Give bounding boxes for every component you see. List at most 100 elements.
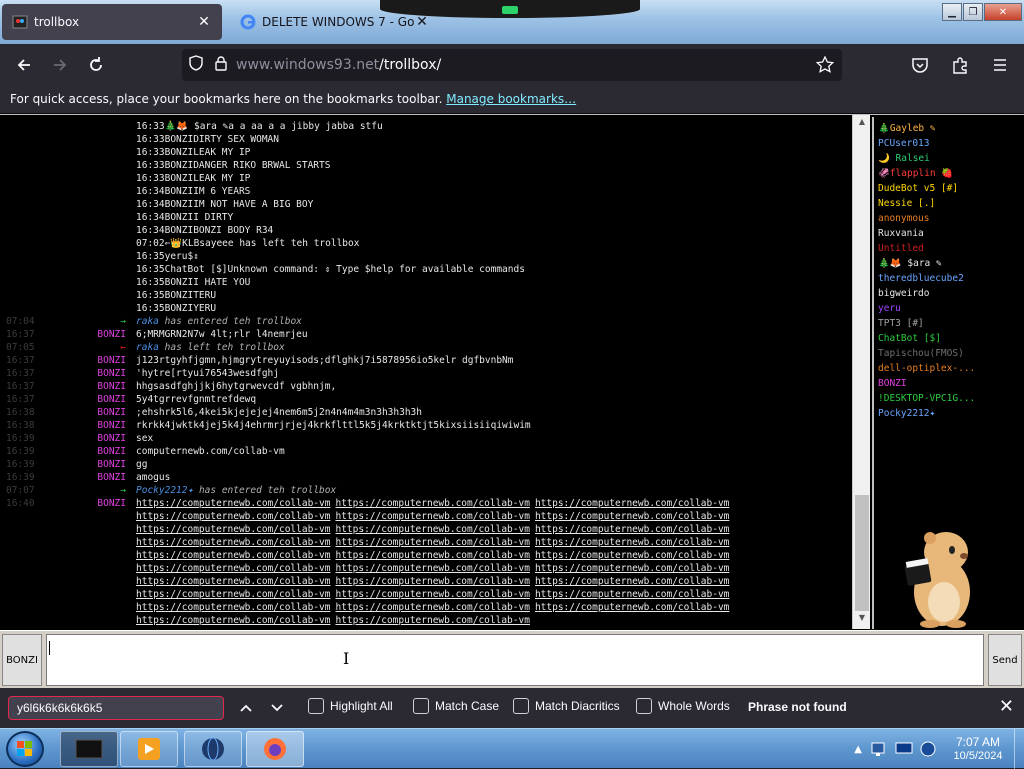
- menu-button[interactable]: [982, 49, 1018, 81]
- user-list-item[interactable]: bigweirdo: [878, 288, 1020, 303]
- tab-trollbox[interactable]: trollbox ✕: [2, 4, 222, 40]
- scroll-down-icon[interactable]: ▼: [853, 613, 871, 627]
- taskbar-app-terminal[interactable]: [60, 731, 118, 767]
- user-list-item[interactable]: PCUser013: [878, 138, 1020, 153]
- chat-message: https://computernewb.com/collab-vm https:…: [136, 498, 729, 509]
- user-list-item[interactable]: 🎄Gayleb ✎: [878, 123, 1020, 138]
- start-button[interactable]: [6, 731, 44, 767]
- taskbar-app-firefox[interactable]: [246, 731, 304, 767]
- checkbox-box[interactable]: [308, 698, 324, 714]
- chat-link[interactable]: https://computernewb.com/collab-vm: [535, 524, 729, 535]
- chat-link[interactable]: https://computernewb.com/collab-vm: [535, 511, 729, 522]
- scroll-up-icon[interactable]: ▲: [853, 117, 871, 131]
- chat-link[interactable]: https://computernewb.com/collab-vm: [535, 602, 729, 613]
- url-bar[interactable]: www.windows93.net/trollbox/: [182, 49, 842, 81]
- chat-link[interactable]: https://computernewb.com/collab-vm: [535, 498, 729, 509]
- user-list-item[interactable]: TPT3 [#]: [878, 318, 1020, 333]
- reload-button[interactable]: [78, 49, 114, 81]
- chat-link[interactable]: https://computernewb.com/collab-vm: [335, 589, 529, 600]
- find-next-button[interactable]: [264, 696, 290, 720]
- user-list-item[interactable]: yeru: [878, 303, 1020, 318]
- checkbox-box[interactable]: [513, 698, 529, 714]
- user-list-item[interactable]: BONZI: [878, 378, 1020, 393]
- checkbox-box[interactable]: [636, 698, 652, 714]
- user-list-item[interactable]: DudeBot v5 [#]: [878, 183, 1020, 198]
- back-button[interactable]: [6, 49, 42, 81]
- whole-words-checkbox[interactable]: Whole Words: [636, 698, 730, 714]
- tab-close-icon[interactable]: ✕: [196, 14, 212, 30]
- chat-link[interactable]: https://computernewb.com/collab-vm: [535, 576, 729, 587]
- scroll-thumb[interactable]: [855, 495, 869, 611]
- chat-link[interactable]: https://computernewb.com/collab-vm: [136, 498, 330, 509]
- maximize-button[interactable]: ❐: [963, 3, 983, 21]
- chat-link[interactable]: https://computernewb.com/collab-vm: [535, 550, 729, 561]
- user-list-item[interactable]: Pocky2212✦: [878, 408, 1020, 423]
- chat-link[interactable]: https://computernewb.com/collab-vm: [136, 602, 330, 613]
- clock[interactable]: 7:07 AM 10/5/2024: [942, 735, 1014, 763]
- bookmark-star-icon[interactable]: [815, 55, 835, 78]
- chat-link[interactable]: https://computernewb.com/collab-vm: [335, 615, 529, 626]
- pocket-button[interactable]: [902, 49, 938, 81]
- highlight-all-checkbox[interactable]: Highlight All: [308, 698, 393, 714]
- action-center-icon[interactable]: [918, 739, 938, 759]
- user-list-item[interactable]: theredbluecube2: [878, 273, 1020, 288]
- chevron-up-icon: [240, 704, 252, 712]
- close-window-button[interactable]: ✕: [984, 3, 1022, 21]
- user-list-item[interactable]: Ruxvania: [878, 228, 1020, 243]
- chat-message: https://computernewb.com/collab-vm https:…: [136, 615, 530, 626]
- match-case-checkbox[interactable]: Match Case: [413, 698, 499, 714]
- user-list-item[interactable]: Nessie [.]: [878, 198, 1020, 213]
- user-list-item[interactable]: Untitled: [878, 243, 1020, 258]
- user-list-item[interactable]: 🎄🦊 $ara ✎: [878, 258, 1020, 273]
- chat-link[interactable]: https://computernewb.com/collab-vm: [335, 602, 529, 613]
- checkbox-box[interactable]: [413, 698, 429, 714]
- tray-expand-icon[interactable]: ▲: [854, 744, 862, 755]
- message-input[interactable]: I: [46, 634, 984, 686]
- chat-link[interactable]: https://computernewb.com/collab-vm: [335, 563, 529, 574]
- user-list-item[interactable]: 🌙 Ralsei: [878, 153, 1020, 168]
- match-diacritics-checkbox[interactable]: Match Diacritics: [513, 698, 620, 714]
- show-desktop-button[interactable]: [1014, 729, 1024, 769]
- user-list-item[interactable]: !DESKTOP-VPC1G...: [878, 393, 1020, 408]
- manage-bookmarks-link[interactable]: Manage bookmarks…: [446, 92, 576, 106]
- chat-link[interactable]: https://computernewb.com/collab-vm: [335, 511, 529, 522]
- find-input[interactable]: [8, 696, 224, 720]
- chat-link[interactable]: https://computernewb.com/collab-vm: [335, 498, 529, 509]
- tab-close-icon[interactable]: ✕: [414, 14, 430, 30]
- minimize-button[interactable]: ▁: [942, 3, 962, 21]
- taskbar-app-globe[interactable]: [184, 731, 242, 767]
- user-list-item[interactable]: anonymous: [878, 213, 1020, 228]
- chat-link[interactable]: https://computernewb.com/collab-vm: [136, 576, 330, 587]
- extensions-button[interactable]: [942, 49, 978, 81]
- chat-link[interactable]: https://computernewb.com/collab-vm: [335, 550, 529, 561]
- send-button[interactable]: Send: [988, 634, 1022, 686]
- chat-scrollbar[interactable]: ▲ ▼: [852, 115, 870, 629]
- close-findbar-icon[interactable]: ✕: [999, 696, 1014, 717]
- forward-button[interactable]: [42, 49, 78, 81]
- taskbar-app-media[interactable]: [120, 731, 178, 767]
- network-icon[interactable]: [870, 739, 890, 759]
- chat-link[interactable]: https://computernewb.com/collab-vm: [136, 589, 330, 600]
- user-list-item[interactable]: Tapischou(FMOS): [878, 348, 1020, 363]
- user-list-item[interactable]: 🦑flapplin 🍓: [878, 168, 1020, 183]
- monitor-icon[interactable]: [894, 739, 914, 759]
- find-previous-button[interactable]: [233, 696, 259, 720]
- chat-link[interactable]: https://computernewb.com/collab-vm: [335, 576, 529, 587]
- chat-link[interactable]: https://computernewb.com/collab-vm: [535, 589, 729, 600]
- chat-link[interactable]: https://computernewb.com/collab-vm: [136, 550, 330, 561]
- chat-link[interactable]: https://computernewb.com/collab-vm: [535, 537, 729, 548]
- user-list-item[interactable]: dell-optiplex-...: [878, 363, 1020, 378]
- shield-icon[interactable]: [188, 55, 208, 75]
- chat-link[interactable]: https://computernewb.com/collab-vm: [535, 563, 729, 574]
- chat-link[interactable]: https://computernewb.com/collab-vm: [136, 615, 330, 626]
- chat-link[interactable]: https://computernewb.com/collab-vm: [136, 524, 330, 535]
- chat-link[interactable]: https://computernewb.com/collab-vm: [136, 511, 330, 522]
- chat-link[interactable]: https://computernewb.com/collab-vm: [335, 524, 529, 535]
- user-list-item[interactable]: ChatBot [$]: [878, 333, 1020, 348]
- nickname-button[interactable]: BONZI: [2, 634, 42, 686]
- chat-link[interactable]: https://computernewb.com/collab-vm: [136, 537, 330, 548]
- chat-messages[interactable]: 16:33🎄🦊 $ara ✎a a aa a a jibby jabba stf…: [0, 117, 852, 629]
- chat-link[interactable]: https://computernewb.com/collab-vm: [136, 563, 330, 574]
- chat-link[interactable]: https://computernewb.com/collab-vm: [335, 537, 529, 548]
- lock-icon[interactable]: [214, 55, 236, 75]
